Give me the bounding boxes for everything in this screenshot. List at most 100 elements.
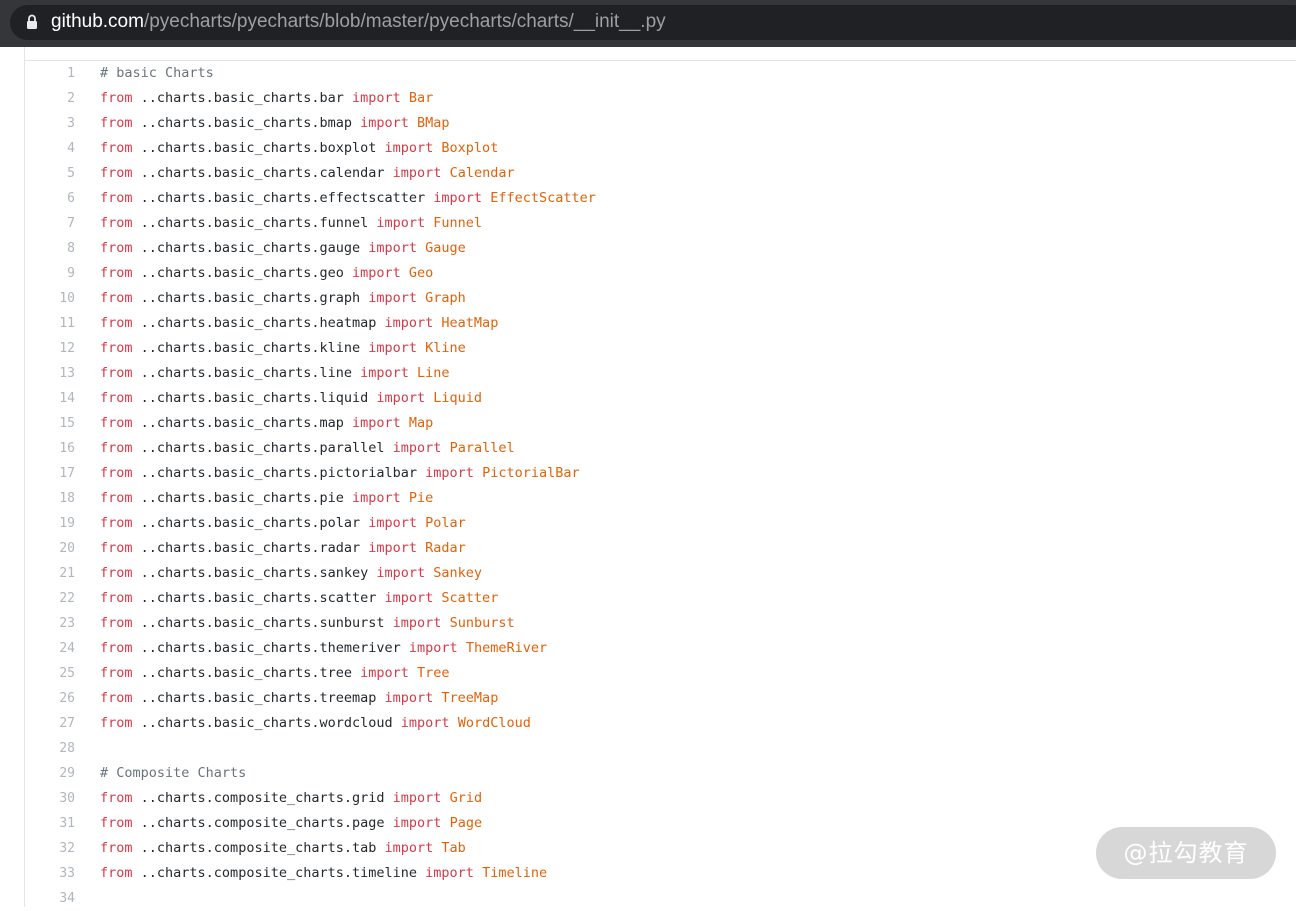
line-number[interactable]: 26 [25, 686, 75, 711]
from-keyword: from [100, 665, 133, 681]
code-line: 19 from ..charts.basic_charts.polar impor… [25, 511, 1296, 536]
from-keyword: from [100, 415, 133, 431]
code-line: 34 [25, 886, 1296, 911]
imported-class: Gauge [425, 240, 466, 256]
imported-class: Boxplot [441, 140, 499, 156]
line-number[interactable]: 20 [25, 536, 75, 561]
code-view: 1 # basic Charts 2 from ..charts.basic_char… [25, 61, 1296, 911]
code-line: 6 from ..charts.basic_charts.effectscatte… [25, 186, 1296, 211]
import-keyword: import [376, 215, 426, 231]
line-number[interactable]: 3 [25, 111, 75, 136]
from-keyword: from [100, 240, 133, 256]
line-number[interactable]: 7 [25, 211, 75, 236]
import-keyword: import [360, 365, 409, 381]
line-source: from ..charts.basic_charts.parallel impo… [100, 436, 515, 461]
line-number[interactable]: 11 [25, 311, 75, 336]
line-number[interactable]: 27 [25, 711, 75, 736]
module-path: ..charts.basic_charts.geo [140, 265, 344, 281]
import-keyword: import [376, 390, 426, 406]
module-path: ..charts.composite_charts.grid [140, 790, 385, 806]
module-path: ..charts.basic_charts.graph [140, 290, 361, 306]
line-number[interactable]: 12 [25, 336, 75, 361]
imported-class: Liquid [433, 390, 483, 406]
from-keyword: from [100, 815, 133, 831]
from-keyword: from [100, 865, 133, 881]
line-number[interactable]: 1 [25, 61, 75, 86]
line-number[interactable]: 14 [25, 386, 75, 411]
from-keyword: from [100, 615, 133, 631]
line-source: # basic Charts [100, 61, 214, 86]
from-keyword: from [100, 365, 133, 381]
browser-address-bar: github.com/pyecharts/pyecharts/blob/mast… [0, 0, 1296, 47]
import-keyword: import [425, 465, 474, 481]
code-line: 22 from ..charts.basic_charts.scatter imp… [25, 586, 1296, 611]
line-number[interactable]: 16 [25, 436, 75, 461]
line-number[interactable]: 4 [25, 136, 75, 161]
line-number[interactable]: 28 [25, 736, 75, 761]
line-number[interactable]: 13 [25, 361, 75, 386]
import-keyword: import [360, 115, 409, 131]
import-keyword: import [368, 515, 418, 531]
line-number[interactable]: 23 [25, 611, 75, 636]
line-source: from ..charts.basic_charts.calendar impo… [100, 161, 515, 186]
line-number[interactable]: 18 [25, 486, 75, 511]
line-number[interactable]: 10 [25, 286, 75, 311]
line-source: from ..charts.basic_charts.tree import T… [100, 661, 450, 686]
imported-class: Scatter [441, 590, 499, 606]
imported-class: TreeMap [441, 690, 499, 706]
url-text[interactable]: github.com/pyecharts/pyecharts/blob/mast… [51, 10, 666, 34]
module-path: ..charts.basic_charts.bar [140, 90, 344, 106]
code-line: 25 from ..charts.basic_charts.tree import… [25, 661, 1296, 686]
code-line: 4 from ..charts.basic_charts.boxplot impo… [25, 136, 1296, 161]
line-number[interactable]: 32 [25, 836, 75, 861]
line-number[interactable]: 8 [25, 236, 75, 261]
line-number[interactable]: 34 [25, 886, 75, 911]
line-number[interactable]: 17 [25, 461, 75, 486]
module-path: ..charts.basic_charts.scatter [140, 590, 377, 606]
line-source: from ..charts.basic_charts.geo import Ge… [100, 261, 433, 286]
module-path: ..charts.basic_charts.sunburst [140, 615, 385, 631]
imported-class: ThemeRiver [465, 640, 548, 656]
line-number[interactable]: 21 [25, 561, 75, 586]
code-line: 24 from ..charts.basic_charts.themeriver … [25, 636, 1296, 661]
line-number[interactable]: 6 [25, 186, 75, 211]
module-path: ..charts.basic_charts.calendar [140, 165, 385, 181]
code-line: 9 from ..charts.basic_charts.geo import G… [25, 261, 1296, 286]
line-source: from ..charts.basic_charts.scatter impor… [100, 586, 498, 611]
code-line: 12 from ..charts.basic_charts.kline impor… [25, 336, 1296, 361]
line-source: from ..charts.basic_charts.sunburst impo… [100, 611, 515, 636]
import-keyword: import [433, 190, 483, 206]
line-number[interactable]: 22 [25, 586, 75, 611]
from-keyword: from [100, 340, 133, 356]
line-number[interactable]: 19 [25, 511, 75, 536]
imported-class: HeatMap [441, 315, 499, 331]
line-source: from ..charts.basic_charts.funnel import… [100, 211, 482, 236]
line-number[interactable]: 9 [25, 261, 75, 286]
from-keyword: from [100, 465, 133, 481]
imported-class: Kline [425, 340, 466, 356]
module-path: ..charts.basic_charts.heatmap [140, 315, 377, 331]
comment-text: # Composite Charts [100, 765, 247, 781]
imported-class: Bar [408, 90, 434, 106]
import-keyword: import [368, 240, 418, 256]
line-number[interactable]: 29 [25, 761, 75, 786]
line-number[interactable]: 15 [25, 411, 75, 436]
code-line: 23 from ..charts.basic_charts.sunburst im… [25, 611, 1296, 636]
line-number[interactable]: 2 [25, 86, 75, 111]
module-path: ..charts.basic_charts.pictorialbar [140, 465, 417, 481]
import-keyword: import [352, 265, 401, 281]
line-source: from ..charts.basic_charts.line import L… [100, 361, 450, 386]
code-line: 15 from ..charts.basic_charts.map import … [25, 411, 1296, 436]
lock-icon[interactable] [26, 14, 38, 30]
line-number[interactable]: 31 [25, 811, 75, 836]
line-number[interactable]: 25 [25, 661, 75, 686]
line-number[interactable]: 5 [25, 161, 75, 186]
imported-class: EffectScatter [490, 190, 596, 206]
line-source: from ..charts.composite_charts.grid impo… [100, 786, 482, 811]
import-keyword: import [384, 140, 434, 156]
import-keyword: import [408, 640, 458, 656]
line-number[interactable]: 33 [25, 861, 75, 886]
from-keyword: from [100, 165, 133, 181]
line-number[interactable]: 30 [25, 786, 75, 811]
line-number[interactable]: 24 [25, 636, 75, 661]
